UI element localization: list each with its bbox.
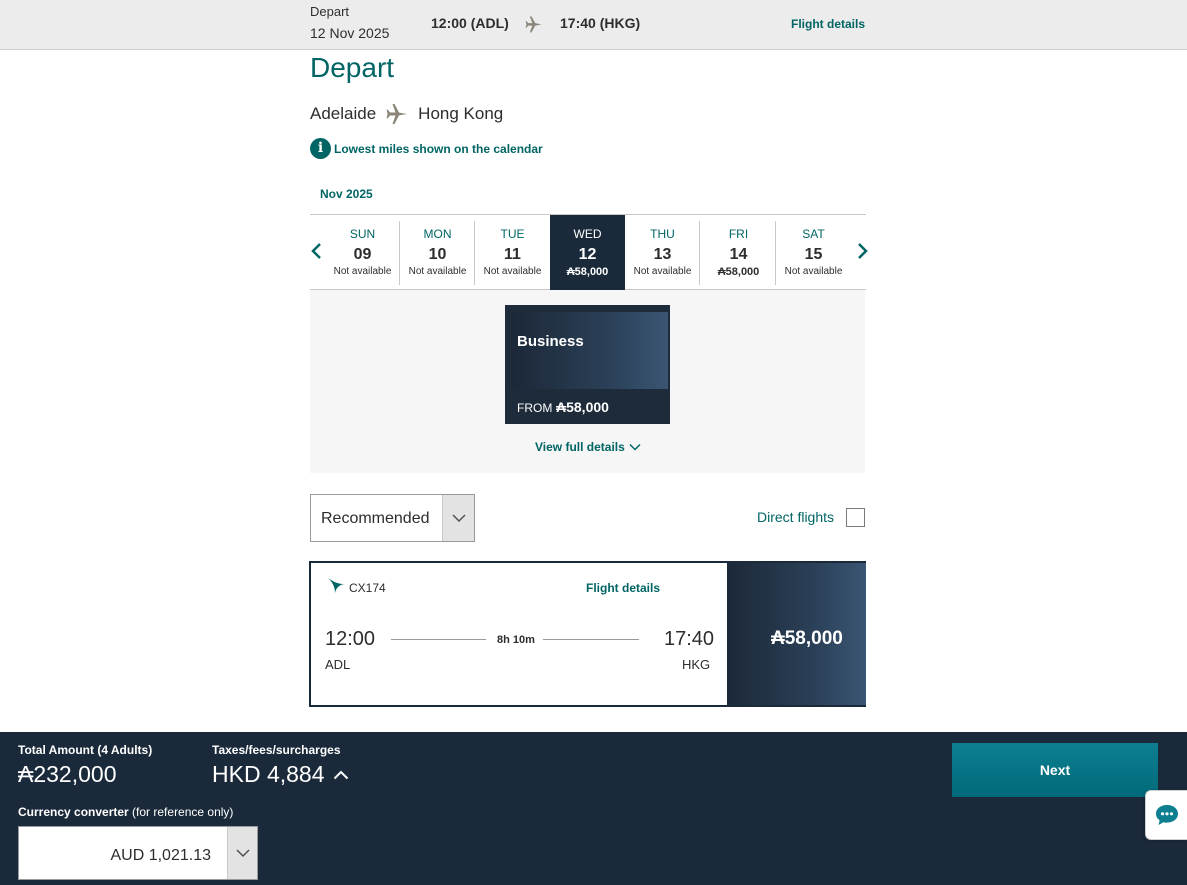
arrive-time: 17:40 [664, 628, 715, 650]
day-name: SAT [802, 227, 825, 241]
view-full-details-link[interactable]: View full details [535, 440, 641, 454]
day-number: 10 [428, 246, 447, 263]
day-price: Not available [633, 266, 692, 277]
day-price: Not available [408, 266, 467, 277]
calendar-day[interactable]: MON 10 Not available [400, 215, 475, 289]
plane-icon [386, 104, 408, 124]
day-name: THU [650, 227, 675, 241]
currency-value: AUD 1,021.13 [110, 847, 211, 864]
summary-arrive-time: 17:40 (HKG) [560, 15, 641, 31]
cabin-image [511, 312, 668, 389]
view-full-details-label: View full details [535, 440, 625, 454]
total-amount-label: Total Amount (4 Adults) [18, 743, 153, 757]
day-name: TUE [500, 227, 525, 241]
route: Adelaide Hong Kong [310, 102, 503, 126]
plane-icon [525, 16, 542, 33]
converter-title: Currency converter [18, 805, 129, 819]
booking-summary-bar: Total Amount (4 Adults) ₳232,000 Taxes/f… [0, 732, 1187, 885]
cabin-from-label: FROM [517, 401, 553, 415]
date-calendar: SUN 09 Not available MON 10 Not availabl… [310, 214, 869, 290]
day-name: WED [573, 227, 602, 241]
day-name: FRI [728, 227, 749, 241]
flight-number: CX174 [349, 581, 386, 595]
chevron-down-icon [452, 514, 465, 522]
day-price: Not available [784, 266, 843, 277]
duration-line [543, 639, 639, 640]
cabin-price: ₳58,000 [556, 399, 609, 415]
flight-duration: 8h 10m [497, 634, 535, 646]
taxes-amount: HKD 4,884 [212, 761, 325, 787]
flight-card[interactable]: CX174 Flight details 12:00 8h 10m 17:40 … [309, 561, 866, 707]
flight-details-link[interactable]: Flight details [791, 17, 865, 31]
page-title: Depart [310, 52, 395, 83]
day-number: 11 [504, 246, 521, 263]
info-message: i Lowest miles shown on the calendar [310, 138, 543, 159]
day-price: ₳58,000 [566, 266, 609, 278]
chevron-down-icon [629, 443, 641, 451]
chat-icon [1155, 805, 1178, 825]
origin-city: Adelaide [310, 104, 377, 123]
day-name: SUN [349, 227, 376, 241]
day-name: MON [423, 227, 452, 241]
calendar-day[interactable]: SUN 09 Not available [325, 215, 400, 289]
arrive-airport-code: HKG [682, 657, 711, 672]
currency-converter-label: Currency converter (for reference only) [18, 805, 233, 819]
airline-logo-icon [328, 578, 344, 593]
direct-flights-label: Direct flights [757, 509, 835, 525]
duration-line [391, 639, 486, 640]
direct-flights-checkbox[interactable] [846, 508, 865, 527]
day-price: ₳58,000 [717, 266, 760, 278]
day-number: 14 [729, 246, 748, 263]
dropdown-arrow [442, 495, 474, 541]
taxes-label: Taxes/fees/surcharges [212, 743, 341, 757]
flight-price: ₳58,000 [771, 628, 843, 649]
depart-date: 12 Nov 2025 [310, 25, 390, 41]
day-number: 12 [578, 246, 597, 263]
flight-summary-bar: Depart 12 Nov 2025 12:00 (ADL) 17:40 (HK… [0, 0, 1187, 50]
calendar-month: Nov 2025 [320, 187, 373, 201]
cabin-panel: Business FROM ₳58,000 View full details [310, 290, 865, 473]
day-number: 15 [804, 246, 823, 263]
day-number: 09 [353, 246, 372, 263]
day-price: Not available [483, 266, 542, 277]
info-text: Lowest miles shown on the calendar [334, 141, 543, 156]
cabin-name: Business [517, 333, 584, 350]
depart-airport-code: ADL [325, 657, 351, 672]
info-icon: i [310, 138, 331, 159]
calendar-day[interactable]: THU 13 Not available [625, 215, 700, 289]
dropdown-arrow [227, 827, 257, 879]
total-amount: ₳232,000 [18, 761, 117, 787]
flight-price-button[interactable]: ₳58,000 [727, 563, 866, 705]
taxes-toggle[interactable]: HKD 4,884 [212, 761, 349, 788]
depart-label: Depart [310, 4, 350, 19]
summary-depart-time: 12:00 (ADL) [431, 15, 509, 31]
calendar-day-selected[interactable]: WED 12 ₳58,000 [550, 215, 625, 290]
calendar-day[interactable]: SAT 15 Not available [776, 215, 851, 289]
cabin-card-business[interactable]: Business FROM ₳58,000 [505, 305, 670, 424]
day-number: 13 [653, 246, 672, 263]
next-button[interactable]: Next [952, 743, 1158, 797]
calendar-day[interactable]: TUE 11 Not available [475, 215, 550, 289]
chevron-right-icon[interactable] [855, 241, 869, 261]
chevron-down-icon [236, 849, 249, 857]
chevron-left-icon[interactable] [310, 241, 324, 261]
destination-city: Hong Kong [418, 104, 504, 123]
chevron-up-icon [333, 770, 348, 779]
flight-details-link[interactable]: Flight details [586, 581, 660, 595]
divider [699, 221, 700, 285]
calendar-day[interactable]: FRI 14 ₳58,000 [701, 215, 776, 289]
currency-select[interactable]: AUD 1,021.13 [18, 826, 258, 880]
day-price: Not available [333, 266, 392, 277]
chat-button[interactable] [1145, 790, 1187, 840]
depart-time: 12:00 [325, 628, 376, 650]
converter-note: (for reference only) [128, 805, 234, 819]
sort-value: Recommended [321, 510, 430, 527]
sort-select[interactable]: Recommended [310, 494, 475, 542]
